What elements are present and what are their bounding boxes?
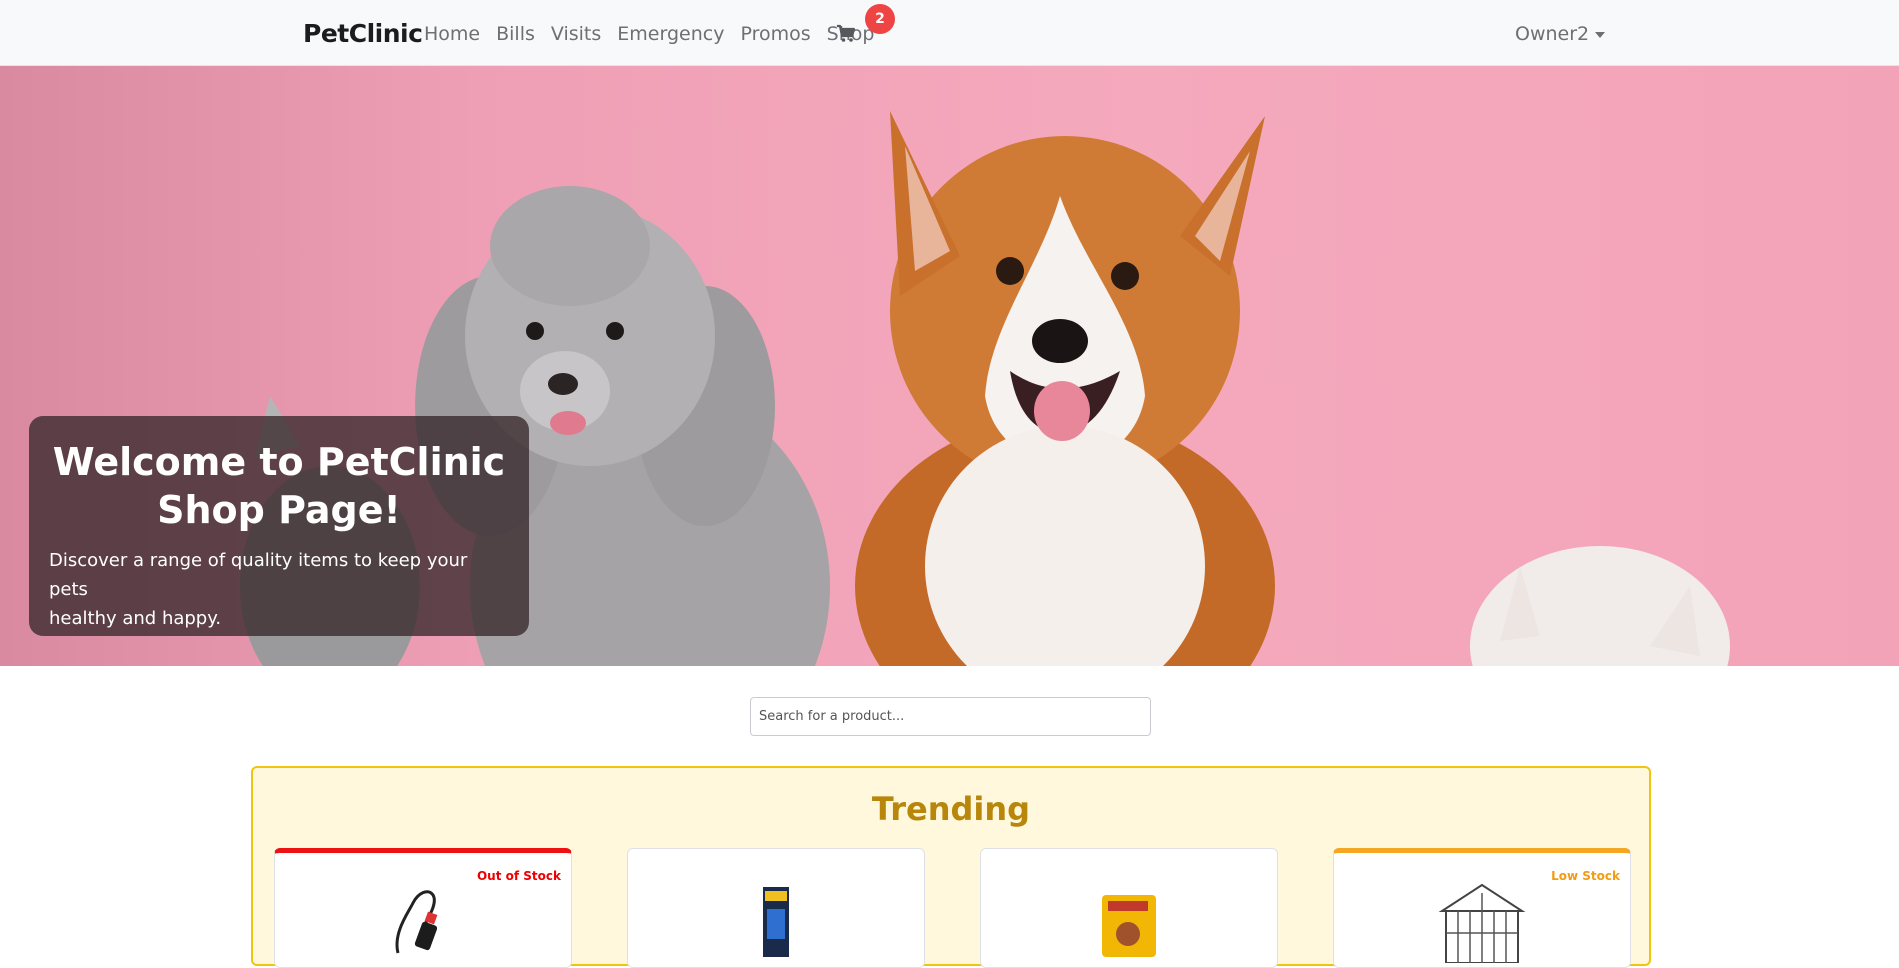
stock-status-badge: Out of Stock [476,869,561,883]
nav-visits[interactable]: Visits [551,23,601,45]
trending-title: Trending [871,790,1031,828]
user-menu-dropdown[interactable]: Owner2 [1515,23,1606,45]
cable-product-icon [395,890,438,954]
nav-links: Home Bills Visits Emergency Promos Shop [424,23,874,45]
hero-title-line2: Shop Page! [157,488,401,532]
hero-text-line1: Discover a range of quality items to kee… [49,550,468,600]
stock-status-badge: Low Stock [1551,869,1620,883]
hero-text-line2: healthy and happy. [49,608,222,629]
nav-emergency[interactable]: Emergency [617,23,724,45]
cart-count-badge: 2 [865,4,895,34]
nav-promos[interactable]: Promos [740,23,810,45]
hero-title: Welcome to PetClinic Shop Page! [49,438,509,534]
product-card[interactable]: Out of Stock [274,848,572,968]
search-input[interactable] [750,697,1151,736]
nav-bills[interactable]: Bills [496,23,535,45]
hero-banner: Welcome to PetClinic Shop Page! Discover… [0,66,1899,666]
brand-logo[interactable]: PetClinic [303,19,423,48]
hero-welcome-card: Welcome to PetClinic Shop Page! Discover… [29,416,529,636]
hero-description: Discover a range of quality items to kee… [49,546,509,633]
boxed-product-icon [763,887,789,957]
product-card[interactable]: Low Stock [1333,848,1631,968]
hero-title-line1: Welcome to PetClinic [52,440,506,484]
cart-icon[interactable] [836,24,856,44]
nav-home[interactable]: Home [424,23,480,45]
product-card[interactable] [980,848,1278,968]
user-name: Owner2 [1515,23,1590,45]
dog-food-bag-icon [1102,895,1156,957]
chevron-down-icon [1595,32,1606,38]
product-card[interactable] [627,848,925,968]
navbar: PetClinic Home Bills Visits Emergency Pr… [0,0,1899,66]
trending-section: Trending Out of Stock Low Stock [251,766,1651,968]
pet-cage-icon [1438,883,1526,963]
